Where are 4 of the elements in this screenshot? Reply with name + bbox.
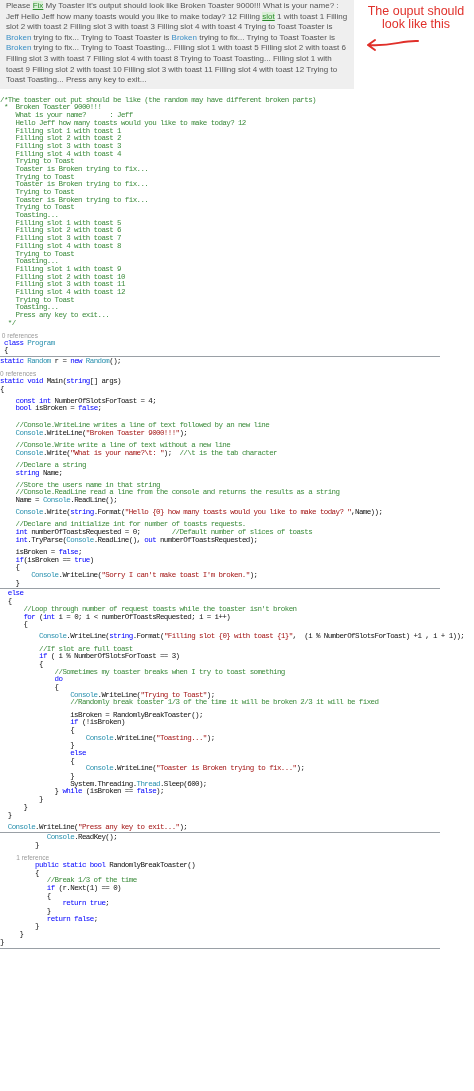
question-text: Please Fix My Toaster It's output should look like Broken Toaster 9000!!! What is your name? : Jeff Hello Jeff how many toasts would you like to make today? 12 Filling slot 1 with toast 1 Filling slot 2 with toast 2 Filling slot 3 with toast 3 Filling slot 4 with toast 4 Trying to Toast Toaster is Broken trying to fix... Trying to Toast Toaster is Broken trying to fix... Trying to Toast Toaster is Broken trying to fix... Trying to Toast Toasting... Filling slot 1 with toast 5 Filling slot 2 with toast 6 Filling slot 3 with toast 7 Filling slot 4 with toast 8 Trying to Toast Toasting... Filling slot 1 with toast 9 Filling slot 2 with toast 10 Filling slot 3 with toast 11 Filling slot 4 with toast 12 Trying to Toast Toasting... Press any key to exit... — [6, 1, 348, 86]
annotation-text: The ouput should look like this — [366, 5, 466, 30]
link[interactable]: Fix — [32, 1, 44, 10]
link[interactable]: slot — [262, 11, 275, 21]
